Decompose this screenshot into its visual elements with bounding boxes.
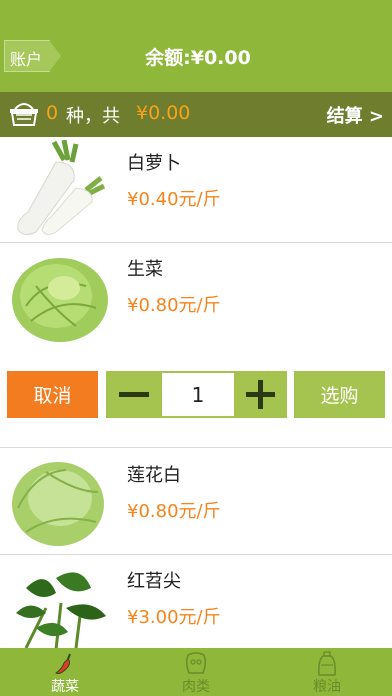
basket-icon — [10, 103, 38, 126]
select-button[interactable]: 选购 — [294, 371, 385, 418]
chili-pepper-icon — [55, 653, 71, 674]
cart-summary-text: 种，共 — [66, 106, 120, 127]
tab-grain-oil[interactable]: 粮油 — [262, 648, 392, 696]
bottom-tab-bar: 蔬菜 肉类 粮油 — [0, 648, 392, 696]
product-name: 生菜 — [127, 259, 163, 280]
cabbage-image — [12, 462, 104, 546]
product-item[interactable]: 莲花白 ¥0.80元/斤 — [0, 449, 392, 555]
radish-image — [17, 140, 106, 236]
top-header: 账户 余额:¥0.00 — [0, 0, 392, 92]
lettuce-image — [12, 258, 108, 342]
quantity-field[interactable]: 1 — [162, 373, 234, 416]
quantity-stepper: 1 — [106, 371, 287, 418]
product-price: ¥0.40元/斤 — [127, 189, 221, 210]
oil-bottle-icon — [318, 651, 336, 676]
product-name: 红苕尖 — [127, 571, 181, 592]
quantity-action-row: 取消 1 选购 — [0, 348, 392, 448]
tab-label: 蔬菜 — [51, 679, 79, 695]
balance-text: 余额:¥0.00 — [145, 47, 251, 69]
tab-meat[interactable]: 肉类 — [131, 648, 261, 696]
cart-summary-bar: 0 种，共 ¥0.00 结算 > — [0, 92, 392, 137]
product-item[interactable]: 白萝卜 ¥0.40元/斤 — [0, 137, 392, 243]
plus-icon-vertical — [258, 380, 263, 409]
tab-vegetables[interactable]: 蔬菜 — [0, 648, 130, 696]
minus-icon — [119, 392, 149, 397]
cart-total: ¥0.00 — [136, 102, 191, 124]
product-price: ¥0.80元/斤 — [127, 501, 221, 522]
product-item[interactable]: 生菜 ¥0.80元/斤 — [0, 243, 392, 349]
meat-icon — [185, 652, 207, 674]
decrease-button[interactable] — [106, 371, 162, 418]
product-name: 白萝卜 — [127, 153, 181, 174]
product-price: ¥0.80元/斤 — [127, 295, 221, 316]
checkout-button[interactable]: 结算 > — [327, 102, 384, 128]
product-price: ¥3.00元/斤 — [127, 607, 221, 628]
sweet-potato-leaves-image — [16, 572, 106, 651]
tab-label: 肉类 — [182, 679, 210, 695]
increase-button[interactable] — [234, 371, 287, 418]
cart-count: 0 — [46, 102, 59, 124]
tab-label: 粮油 — [313, 679, 341, 695]
product-item[interactable]: 红苕尖 ¥3.00元/斤 — [0, 555, 392, 651]
cancel-button[interactable]: 取消 — [7, 371, 98, 418]
product-name: 莲花白 — [127, 465, 181, 486]
